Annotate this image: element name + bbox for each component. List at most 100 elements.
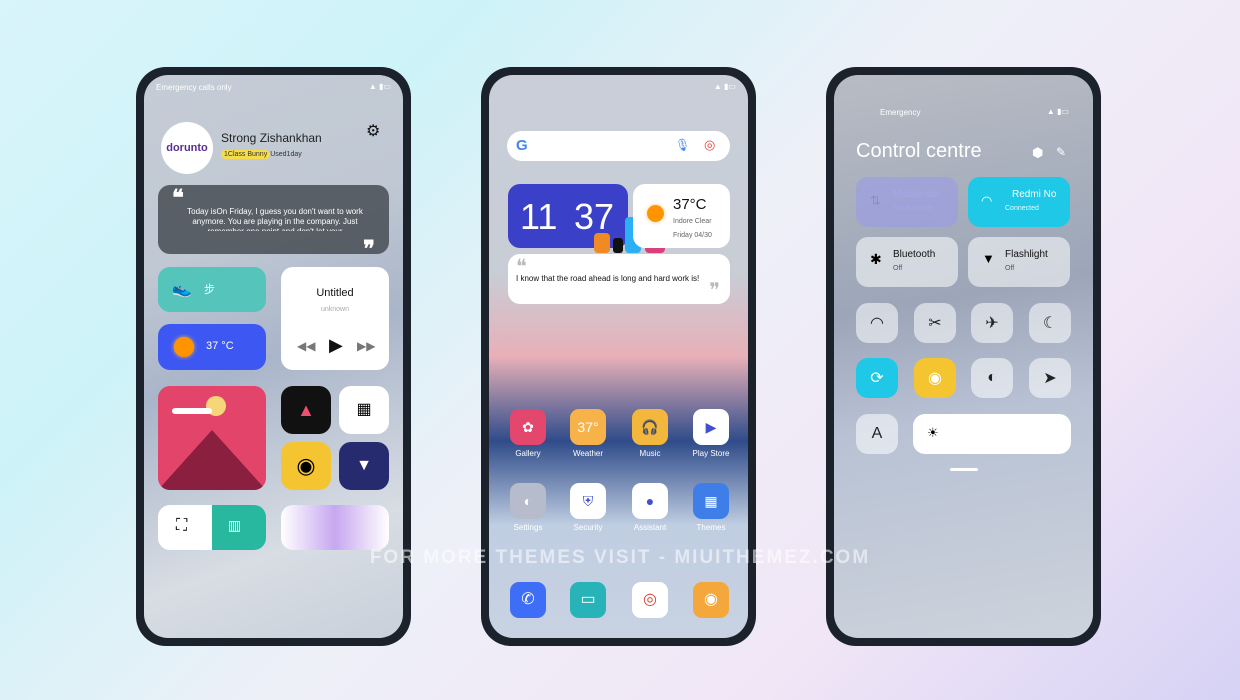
tile-title: Bluetooth bbox=[893, 249, 936, 260]
watermark: FOR MORE THEMES VISIT - MIUITHEMEZ.COM bbox=[369, 547, 871, 568]
status-badge: 1Class Bunny bbox=[221, 150, 271, 159]
lens-icon[interactable]: ◎ bbox=[704, 137, 715, 153]
app-icon: ▶ bbox=[705, 419, 717, 435]
gear-icon[interactable]: ⚙ bbox=[366, 121, 380, 141]
play-icon[interactable]: ▶ bbox=[329, 335, 343, 356]
tile-title: Redmi No bbox=[1012, 189, 1057, 200]
status-text: Emergency calls only bbox=[156, 83, 232, 92]
weather-date: Friday 04/30 bbox=[673, 232, 712, 239]
steps-label: 步 bbox=[204, 284, 215, 296]
font-size-button[interactable]: A bbox=[856, 414, 898, 454]
edit-icon[interactable]: ✎ bbox=[1056, 145, 1066, 159]
dark-mode-icon[interactable]: ☾ bbox=[1029, 303, 1071, 343]
mobile-data-tile[interactable]: ⇅ Mobile dat Not available bbox=[856, 177, 958, 227]
app-music[interactable]: 🎧 bbox=[632, 409, 668, 445]
app-security[interactable]: ⛨ bbox=[570, 483, 606, 519]
calculator-app-icon[interactable]: ▦ bbox=[339, 386, 389, 434]
quote-text: I know that the road ahead is long and h… bbox=[516, 274, 700, 283]
weather-widget[interactable]: 37 °C bbox=[158, 324, 266, 370]
app-icon: ▦ bbox=[704, 493, 718, 509]
app-weather[interactable]: 37° bbox=[570, 409, 606, 445]
battery-icon: ▲ ▮▭ bbox=[368, 82, 391, 91]
weather-temp: 37°C bbox=[673, 196, 707, 213]
scan-icon: ⛶ bbox=[176, 517, 188, 534]
tile-sub: Connected bbox=[1005, 205, 1039, 212]
airplane-icon[interactable]: ✈ bbox=[971, 303, 1013, 343]
scanner-widget[interactable]: ⛶ ▥ bbox=[158, 505, 266, 550]
screenshot-icon[interactable]: ✂ bbox=[914, 303, 956, 343]
wifi-tile[interactable]: ◠ Redmi No Connected bbox=[968, 177, 1070, 227]
navigation-app-icon[interactable]: ▲ bbox=[281, 386, 331, 434]
chrome-icon[interactable]: ◎ bbox=[632, 582, 668, 618]
app-label: Themes bbox=[696, 523, 726, 532]
app-icon: 🎧 bbox=[641, 419, 659, 435]
app-label: Settings bbox=[513, 523, 543, 532]
clock-widget: 11 37 bbox=[508, 184, 628, 248]
steps-widget[interactable]: 👟 步 bbox=[158, 267, 266, 312]
phone-icon[interactable]: ✆ bbox=[510, 582, 546, 618]
flashlight-icon: ▼ bbox=[982, 251, 995, 266]
bluetooth-tile[interactable]: ✱ Bluetooth Off bbox=[856, 237, 958, 287]
app-label: Security bbox=[573, 523, 603, 532]
sun-icon bbox=[647, 205, 664, 222]
gallery-widget[interactable] bbox=[158, 386, 266, 490]
google-logo-icon: G bbox=[516, 137, 528, 154]
cylinder-black bbox=[613, 238, 623, 253]
microphone-icon[interactable]: 🎙 bbox=[675, 138, 690, 152]
weather-desc: Indore Clear bbox=[673, 218, 712, 225]
camera-icon[interactable]: ◉ bbox=[693, 582, 729, 618]
app-icon: ⛨ bbox=[582, 493, 594, 509]
wifi-toggle-icon[interactable]: ◠ bbox=[856, 303, 898, 343]
battery-icon: ▲ ▮▭ bbox=[1046, 107, 1069, 116]
app-label: Assistant bbox=[633, 523, 667, 532]
app-label: Weather bbox=[572, 449, 604, 458]
avatar[interactable]: dorunto bbox=[161, 122, 213, 174]
barcode-icon: ▥ bbox=[228, 517, 242, 533]
fast-forward-icon[interactable]: ▶▶ bbox=[357, 339, 375, 353]
brightness-icon: ☀ bbox=[927, 425, 939, 440]
messages-icon[interactable]: ▭ bbox=[570, 582, 606, 618]
battery-icon: ▲ ▮▭ bbox=[713, 82, 736, 91]
flashlight-app-icon[interactable]: ▼ bbox=[339, 442, 389, 490]
app-label: Gallery bbox=[515, 449, 541, 458]
reading-mode-icon[interactable]: ◉ bbox=[914, 358, 956, 398]
drag-handle[interactable] bbox=[950, 468, 978, 471]
shoe-icon: 👟 bbox=[172, 281, 192, 298]
brightness-slider[interactable]: ☀ bbox=[913, 414, 1071, 454]
status-text: Emergency bbox=[880, 108, 921, 117]
app-icon: 37° bbox=[577, 419, 599, 435]
music-widget: Untitled unknown ◀◀ ▶ ▶▶ bbox=[281, 267, 389, 370]
sun-icon bbox=[174, 337, 194, 357]
camera-app-icon[interactable]: ◉ bbox=[281, 442, 331, 490]
settings-icon[interactable]: ⬢ bbox=[1032, 145, 1043, 161]
mobile-data-icon: ⇅ bbox=[870, 193, 881, 208]
app-icon: ✿ bbox=[522, 419, 534, 435]
mountain-shape bbox=[158, 430, 266, 490]
flashlight-tile[interactable]: ▼ Flashlight Off bbox=[968, 237, 1070, 287]
quote-text: Today isOn Friday, I guess you don't wan… bbox=[187, 207, 363, 231]
app-icon: ◐ bbox=[523, 493, 533, 509]
tile-title: Flashlight bbox=[1005, 249, 1048, 260]
app-themes[interactable]: ▦ bbox=[693, 483, 729, 519]
app-assistant[interactable]: ● bbox=[632, 483, 668, 519]
rewind-icon[interactable]: ◀◀ bbox=[297, 339, 315, 353]
google-search-bar[interactable]: G 🎙 ◎ bbox=[507, 131, 730, 161]
location-icon[interactable]: ➤ bbox=[1029, 358, 1071, 398]
quote-close-icon: ❞ bbox=[363, 236, 375, 254]
app-settings[interactable]: ◐ bbox=[510, 483, 546, 519]
app-gallery[interactable]: ✿ bbox=[510, 409, 546, 445]
song-artist: unknown bbox=[320, 306, 350, 313]
rotation-lock-icon[interactable]: ⟳ bbox=[856, 358, 898, 398]
scanner-widget-2[interactable] bbox=[281, 505, 389, 550]
tile-sub: Off bbox=[1005, 265, 1015, 272]
app-play-store[interactable]: ▶ bbox=[693, 409, 729, 445]
contrast-icon[interactable]: ◐ bbox=[971, 358, 1013, 398]
bluetooth-icon: ✱ bbox=[870, 251, 882, 267]
weather-widget[interactable]: 37°C Indore Clear Friday 04/30 bbox=[633, 184, 730, 248]
quote-card: ❝ Today isOn Friday, I guess you don't w… bbox=[158, 185, 389, 254]
tile-sub: Not available bbox=[893, 205, 934, 212]
clock-hours: 11 bbox=[520, 196, 558, 237]
cloud-shape bbox=[172, 408, 212, 414]
wifi-icon: ◠ bbox=[981, 193, 993, 208]
quote-close-icon: ❞ bbox=[709, 280, 720, 302]
